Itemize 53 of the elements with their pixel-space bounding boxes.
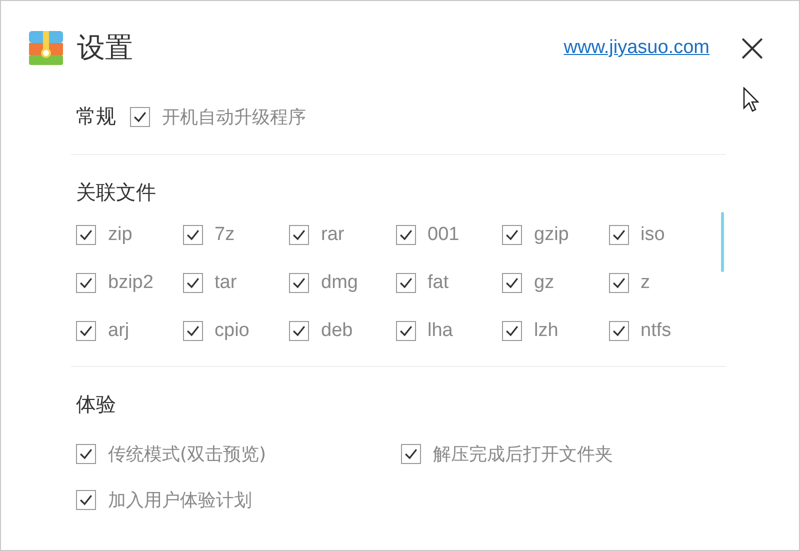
checkbox[interactable] bbox=[76, 490, 96, 510]
checkbox[interactable] bbox=[76, 225, 96, 245]
checkbox-label[interactable]: 加入用户体验计划 bbox=[108, 488, 252, 512]
checkbox[interactable] bbox=[182, 273, 202, 293]
checkbox-label[interactable]: lha bbox=[428, 320, 453, 342]
checkbox[interactable] bbox=[289, 321, 309, 341]
checkbox-label[interactable]: zip bbox=[108, 224, 132, 246]
close-button[interactable]: × bbox=[735, 31, 769, 65]
checkbox-label[interactable]: fat bbox=[428, 272, 449, 294]
checkbox[interactable] bbox=[608, 273, 628, 293]
checkbox-label[interactable]: tar bbox=[214, 272, 237, 294]
checkbox-label[interactable]: 7z bbox=[214, 224, 235, 246]
checkbox-label[interactable]: ntfs bbox=[640, 320, 672, 342]
checkbox-label[interactable]: dmg bbox=[321, 272, 358, 294]
checkbox[interactable] bbox=[182, 321, 202, 341]
checkbox[interactable] bbox=[608, 321, 628, 341]
checkbox[interactable] bbox=[502, 225, 522, 245]
section-heading: 体验 bbox=[76, 391, 117, 418]
checkbox[interactable] bbox=[182, 225, 202, 245]
checkbox[interactable] bbox=[76, 444, 96, 464]
checkbox-label[interactable]: 001 bbox=[428, 224, 460, 246]
checkbox-label[interactable]: rar bbox=[321, 224, 344, 246]
mouse-cursor-icon bbox=[743, 87, 759, 113]
section-heading: 关联文件 bbox=[76, 179, 157, 206]
checkbox-label[interactable]: z bbox=[640, 272, 650, 294]
scrollbar[interactable] bbox=[721, 212, 724, 272]
section-heading: 常规 bbox=[76, 103, 116, 130]
checkbox[interactable] bbox=[289, 225, 309, 245]
website-link[interactable]: www.jiyasuo.com bbox=[564, 37, 710, 59]
checkbox-label[interactable]: bzip2 bbox=[108, 272, 154, 294]
checkbox[interactable] bbox=[289, 273, 309, 293]
checkbox[interactable] bbox=[396, 273, 416, 293]
checkbox[interactable] bbox=[502, 321, 522, 341]
checkbox-label[interactable]: cpio bbox=[214, 320, 250, 342]
checkbox[interactable] bbox=[401, 444, 421, 464]
checkbox[interactable] bbox=[608, 225, 628, 245]
checkbox-label[interactable]: lzh bbox=[534, 320, 558, 342]
window-title: 设置 bbox=[77, 30, 133, 66]
archive-logo-icon bbox=[29, 31, 63, 65]
checkbox[interactable] bbox=[76, 273, 96, 293]
checkbox[interactable] bbox=[502, 273, 522, 293]
checkbox[interactable] bbox=[76, 321, 96, 341]
checkbox-label[interactable]: 传统模式(双击预览) bbox=[108, 442, 266, 466]
checkbox[interactable] bbox=[396, 321, 416, 341]
checkbox-label[interactable]: 解压完成后打开文件夹 bbox=[433, 442, 613, 466]
checkbox-label[interactable]: arj bbox=[108, 320, 130, 342]
checkbox-label[interactable]: gz bbox=[534, 272, 554, 294]
checkbox-label[interactable]: gzip bbox=[534, 224, 569, 246]
checkbox-label[interactable]: 开机自动升级程序 bbox=[162, 104, 306, 128]
checkbox-label[interactable]: deb bbox=[321, 320, 353, 342]
checkbox-label[interactable]: iso bbox=[640, 224, 665, 246]
checkbox[interactable] bbox=[396, 225, 416, 245]
checkbox[interactable] bbox=[130, 106, 150, 126]
